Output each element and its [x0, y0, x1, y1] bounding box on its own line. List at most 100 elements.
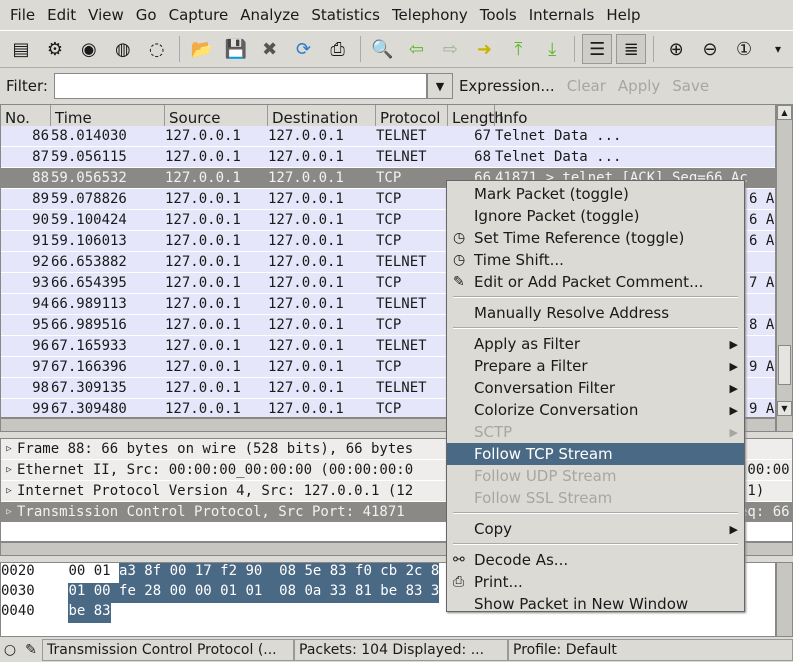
menu-statistics[interactable]: Statistics	[305, 6, 386, 24]
menu-item-follow-ssl-stream[interactable]: Follow SSL Stream	[447, 487, 744, 509]
menu-item-manually-resolve-address[interactable]: Manually Resolve Address	[447, 302, 744, 324]
scroll-up-button[interactable]: ▲	[777, 105, 792, 120]
zoom-in-icon[interactable]: ⊕	[661, 34, 691, 64]
print-icon: ⎙	[453, 574, 465, 590]
first-packet-icon[interactable]: ⤒	[503, 34, 533, 64]
status-profile[interactable]: Profile: Default	[508, 639, 793, 661]
start-capture-icon[interactable]: ◉	[74, 34, 104, 64]
menu-telephony[interactable]: Telephony	[386, 6, 474, 24]
menu-help[interactable]: Help	[600, 6, 646, 24]
save-button[interactable]: Save	[672, 77, 709, 95]
print-icon[interactable]: ⎙	[323, 34, 353, 64]
cell-info: Telnet Data ...	[495, 128, 622, 144]
filter-dropdown-button[interactable]: ▼	[426, 73, 453, 99]
cell-dst: 127.0.0.1	[268, 275, 344, 291]
menu-item-follow-udp-stream[interactable]: Follow UDP Stream	[447, 465, 744, 487]
restart-capture-icon[interactable]: ◌	[142, 34, 172, 64]
cell-src: 127.0.0.1	[165, 359, 241, 375]
menu-separator	[453, 543, 738, 545]
cell-info-tail: 7 Ac	[749, 275, 775, 291]
scroll-thumb[interactable]	[778, 345, 791, 385]
forward-icon[interactable]: ⇨	[435, 34, 465, 64]
cell-proto: TCP	[376, 212, 402, 228]
menu-item-conversation-filter[interactable]: Conversation Filter ▶	[447, 377, 744, 399]
menu-item-show-packet-in-new-window[interactable]: Show Packet in New Window	[447, 593, 744, 615]
interface-list-icon[interactable]: ▤	[6, 34, 36, 64]
packet-row[interactable]: 86 58.014030 127.0.0.1 127.0.0.1 TELNET 67 Tel…	[1, 126, 775, 147]
submenu-arrow-icon: ▶	[729, 425, 738, 439]
save-icon[interactable]: 💾	[221, 34, 251, 64]
cell-no: 96	[32, 338, 49, 354]
menu-item-set-time-reference-toggle[interactable]: ◷ Set Time Reference (toggle)	[447, 227, 744, 249]
menu-item-label: Prepare a Filter	[474, 357, 588, 375]
more-icon[interactable]: ▾	[763, 34, 793, 64]
expert-info-icon[interactable]: ○	[0, 642, 20, 658]
cell-src: 127.0.0.1	[165, 128, 241, 144]
reload-icon[interactable]: ⟳	[289, 34, 319, 64]
menu-item-apply-as-filter[interactable]: Apply as Filter ▶	[447, 333, 744, 355]
menu-item-label: SCTP	[474, 423, 513, 441]
menu-item-follow-tcp-stream[interactable]: Follow TCP Stream	[447, 443, 744, 465]
menu-separator	[453, 296, 738, 298]
expand-triangle-icon[interactable]: ▷	[1, 507, 17, 517]
packet-list-scrollbar[interactable]: ▲ ▼	[776, 104, 793, 432]
menu-item-mark-packet-toggle[interactable]: Mark Packet (toggle)	[447, 183, 744, 205]
capture-comment-icon[interactable]: ✎	[20, 642, 42, 658]
menu-item-sctp[interactable]: SCTP ▶	[447, 421, 744, 443]
comment-icon: ✎	[453, 274, 465, 290]
colorize-icon[interactable]: ☰	[582, 34, 613, 64]
expand-triangle-icon[interactable]: ▷	[1, 486, 17, 496]
menu-file[interactable]: File	[4, 6, 41, 24]
cell-no: 97	[32, 359, 49, 375]
menu-item-prepare-a-filter[interactable]: Prepare a Filter ▶	[447, 355, 744, 377]
cell-time: 66.654395	[51, 275, 127, 291]
stop-capture-icon[interactable]: ◍	[108, 34, 138, 64]
cell-proto: TELNET	[376, 149, 427, 165]
menu-analyze[interactable]: Analyze	[234, 6, 305, 24]
cell-info-tail: 6 Ac	[749, 212, 775, 228]
menu-tools[interactable]: Tools	[474, 6, 523, 24]
scroll-down-button[interactable]: ▼	[777, 401, 792, 416]
cell-info-tail: 8 Ac	[749, 317, 775, 333]
menu-internals[interactable]: Internals	[523, 6, 601, 24]
cell-no: 90	[32, 212, 49, 228]
filter-input[interactable]	[53, 73, 427, 99]
cell-info-tail: 9 Ac	[749, 401, 775, 417]
find-icon[interactable]: 🔍	[368, 34, 398, 64]
expand-triangle-icon[interactable]: ▷	[1, 444, 17, 454]
packet-row[interactable]: 87 59.056115 127.0.0.1 127.0.0.1 TELNET 68 Tel…	[1, 147, 775, 168]
menu-item-decode-as[interactable]: ⚯ Decode As...	[447, 549, 744, 571]
menu-capture[interactable]: Capture	[163, 6, 235, 24]
last-packet-icon[interactable]: ⤓	[537, 34, 567, 64]
cell-time: 59.056115	[51, 149, 127, 165]
bytes-scrollbar[interactable]	[776, 562, 793, 637]
close-icon[interactable]: ✖	[255, 34, 285, 64]
apply-button[interactable]: Apply	[618, 77, 660, 95]
menu-item-label: Follow TCP Stream	[474, 445, 613, 463]
toolbar-separator	[178, 36, 180, 62]
open-icon[interactable]: 📂	[187, 34, 217, 64]
menu-item-print[interactable]: ⎙ Print...	[447, 571, 744, 593]
expression-button[interactable]: Expression...	[459, 77, 555, 95]
cell-time: 59.078826	[51, 191, 127, 207]
go-to-packet-icon[interactable]: ➜	[469, 34, 499, 64]
menu-go[interactable]: Go	[130, 6, 163, 24]
back-icon[interactable]: ⇦	[401, 34, 431, 64]
capture-options-icon[interactable]: ⚙	[40, 34, 70, 64]
menubar: File Edit View Go Capture Analyze Statistics Te…	[0, 0, 793, 29]
expand-triangle-icon[interactable]: ▷	[1, 465, 17, 475]
submenu-arrow-icon: ▶	[729, 381, 738, 395]
auto-scroll-icon[interactable]: ≣	[616, 34, 647, 64]
status-field: Transmission Control Protocol (...	[42, 639, 294, 661]
menu-item-time-shift[interactable]: ◷ Time Shift...	[447, 249, 744, 271]
normal-size-icon[interactable]: ①	[729, 34, 759, 64]
menu-edit[interactable]: Edit	[41, 6, 82, 24]
menu-view[interactable]: View	[82, 6, 130, 24]
zoom-out-icon[interactable]: ⊖	[695, 34, 725, 64]
menu-item-edit-or-add-packet-comment[interactable]: ✎ Edit or Add Packet Comment...	[447, 271, 744, 293]
cell-proto: TCP	[376, 359, 402, 375]
clear-button[interactable]: Clear	[567, 77, 606, 95]
menu-item-ignore-packet-toggle[interactable]: Ignore Packet (toggle)	[447, 205, 744, 227]
menu-item-colorize-conversation[interactable]: Colorize Conversation ▶	[447, 399, 744, 421]
menu-item-copy[interactable]: Copy ▶	[447, 518, 744, 540]
